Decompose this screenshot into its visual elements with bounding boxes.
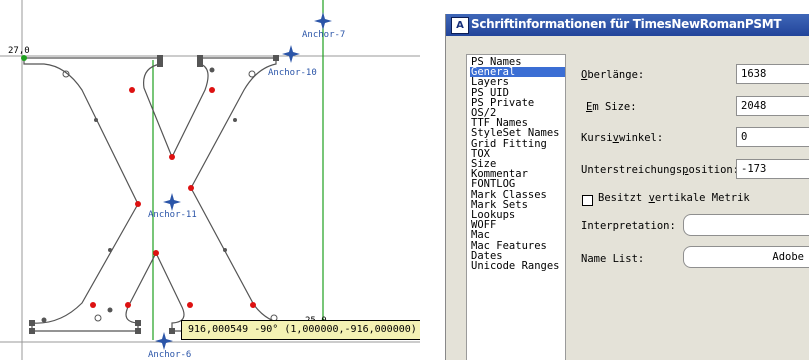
- name-list-dropdown[interactable]: Adobe: [683, 246, 809, 268]
- ascent-label: Oberlänge:: [581, 69, 645, 81]
- em-size-input[interactable]: 2048: [736, 96, 809, 116]
- glyph-editor-canvas[interactable]: Anchor-7 Anchor-10 Anchor-11 Anchor-6 27…: [0, 0, 420, 360]
- interpretation-dropdown[interactable]: [683, 214, 809, 236]
- underline-position-input[interactable]: -173: [736, 159, 809, 179]
- vertical-metrics-checkbox[interactable]: [582, 195, 593, 206]
- name-list-label: Name List:: [581, 253, 645, 265]
- italic-angle-label: Kursivwinkel:: [581, 132, 664, 144]
- section-item-unicode-ranges[interactable]: Unicode Ranges: [470, 261, 565, 272]
- anchor-7-label: Anchor-7: [302, 30, 345, 40]
- anchor-6-label: Anchor-6: [148, 350, 191, 360]
- coordinate-tooltip: 916,000549 -90° (1,000000,-916,000000): [181, 320, 420, 340]
- interpretation-label: Interpretation:: [581, 220, 676, 232]
- fontforge-app-icon: A: [451, 17, 469, 34]
- underline-position-label: Unterstreichungsposition:: [581, 164, 740, 176]
- dialog-title: Schriftinformationen für TimesNewRomanPS…: [471, 17, 782, 31]
- dialog-titlebar[interactable]: A Schriftinformationen für TimesNewRoman…: [446, 14, 809, 36]
- em-size-label: Em Size:: [586, 101, 637, 113]
- anchor-10-label: Anchor-10: [268, 68, 317, 78]
- glyph-x-outline[interactable]: [23, 57, 295, 332]
- italic-angle-input[interactable]: 0: [736, 127, 809, 147]
- left-coordinate-label: 27,0: [8, 46, 30, 56]
- anchor-7-marker[interactable]: Anchor-7: [302, 12, 345, 40]
- glyph-canvas-svg[interactable]: Anchor-7 Anchor-10 Anchor-11 Anchor-6 27…: [0, 0, 420, 360]
- vertical-metrics-label: Besitzt vertikale Metrik: [598, 192, 750, 204]
- ascent-input[interactable]: 1638: [736, 64, 809, 84]
- anchor-10-marker[interactable]: Anchor-10: [268, 45, 317, 78]
- section-list[interactable]: PS Names General Layers PS UID PS Privat…: [466, 54, 566, 360]
- glyph-points[interactable]: [21, 55, 297, 334]
- font-info-dialog: A Schriftinformationen für TimesNewRoman…: [445, 14, 809, 360]
- anchor-11-label: Anchor-11: [148, 210, 197, 220]
- anchor-11-marker[interactable]: Anchor-11: [148, 193, 197, 220]
- section-list-items: PS Names General Layers PS UID PS Privat…: [467, 55, 565, 271]
